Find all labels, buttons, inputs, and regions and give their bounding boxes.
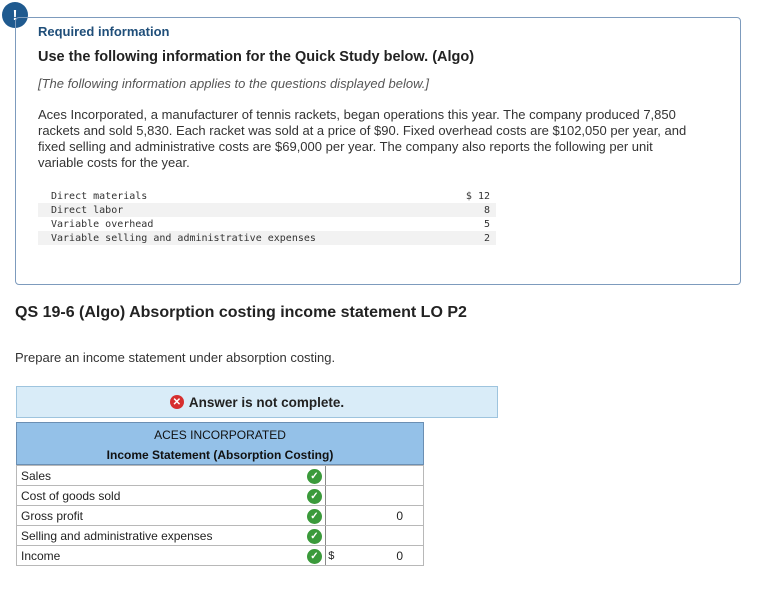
amount-input[interactable] [340, 465, 424, 486]
check-cell: ✓ [303, 505, 326, 526]
company-name: ACES INCORPORATED [154, 428, 286, 442]
table-row: Variable overhead 5 [38, 217, 496, 231]
statement-title: Income Statement (Absorption Costing) [106, 448, 334, 462]
cost-value: 5 [435, 217, 496, 231]
use-info-heading: Use the following information for the Qu… [38, 49, 475, 65]
question-prompt: Prepare an income statement under absorp… [15, 350, 336, 365]
answer-status-banner: ✕ Answer is not complete. [16, 386, 498, 418]
check-cell: ✓ [303, 465, 326, 486]
currency-cell [325, 465, 341, 486]
line-item-label[interactable]: Selling and administrative expenses [15, 525, 304, 546]
cost-label: Direct labor [38, 203, 436, 217]
line-item-label[interactable]: Income [15, 545, 304, 566]
currency-cell [325, 485, 341, 506]
check-cell: ✓ [303, 525, 326, 546]
cost-value: 2 [435, 231, 496, 245]
table-row: Direct labor 8 [38, 203, 496, 217]
table-row: Selling and administrative expenses ✓ [15, 525, 424, 546]
x-circle-icon: ✕ [169, 395, 184, 409]
problem-description: Aces Incorporated, a manufacturer of ten… [38, 107, 687, 170]
applies-note: [The following information applies to th… [38, 76, 429, 91]
amount-input[interactable] [340, 485, 424, 506]
currency-cell: $ [325, 545, 341, 566]
required-heading: Required information [38, 24, 170, 39]
currency-cell [325, 505, 341, 526]
check-icon: ✓ [306, 488, 322, 504]
line-item-label[interactable]: Sales [15, 465, 304, 486]
cost-label: Variable overhead [38, 217, 436, 231]
line-item-label[interactable]: Gross profit [15, 505, 304, 526]
table-row: Sales ✓ [15, 465, 424, 486]
check-icon: ✓ [306, 548, 322, 564]
table-row: Direct materials $ 12 [38, 189, 496, 203]
status-text: Answer is not complete. [188, 394, 345, 410]
currency-cell [325, 525, 341, 546]
check-icon: ✓ [306, 468, 322, 484]
amount-input[interactable] [340, 525, 424, 546]
cost-value: 8 [435, 203, 496, 217]
cost-label: Direct materials [38, 189, 436, 203]
table-row: Cost of goods sold ✓ [15, 485, 424, 506]
cost-value: $ 12 [435, 189, 496, 203]
amount-input[interactable]: 0 [340, 545, 424, 566]
amount-input[interactable]: 0 [340, 505, 424, 526]
income-statement-table: Sales ✓ Cost of goods sold ✓ Gross profi… [15, 465, 424, 566]
question-title: QS 19-6 (Algo) Absorption costing income… [15, 304, 467, 321]
table-row: Income ✓ $ 0 [15, 545, 424, 566]
check-cell: ✓ [303, 485, 326, 506]
check-cell: ✓ [303, 545, 326, 566]
check-icon: ✓ [306, 508, 322, 524]
unit-cost-table: Direct materials $ 12 Direct labor 8 Var… [38, 189, 496, 245]
check-icon: ✓ [306, 528, 322, 544]
cost-label: Variable selling and administrative expe… [38, 231, 436, 245]
line-item-label[interactable]: Cost of goods sold [15, 485, 304, 506]
statement-header: ACES INCORPORATED Income Statement (Abso… [16, 422, 424, 465]
table-row: Variable selling and administrative expe… [38, 231, 496, 245]
table-row: Gross profit ✓ 0 [15, 505, 424, 526]
